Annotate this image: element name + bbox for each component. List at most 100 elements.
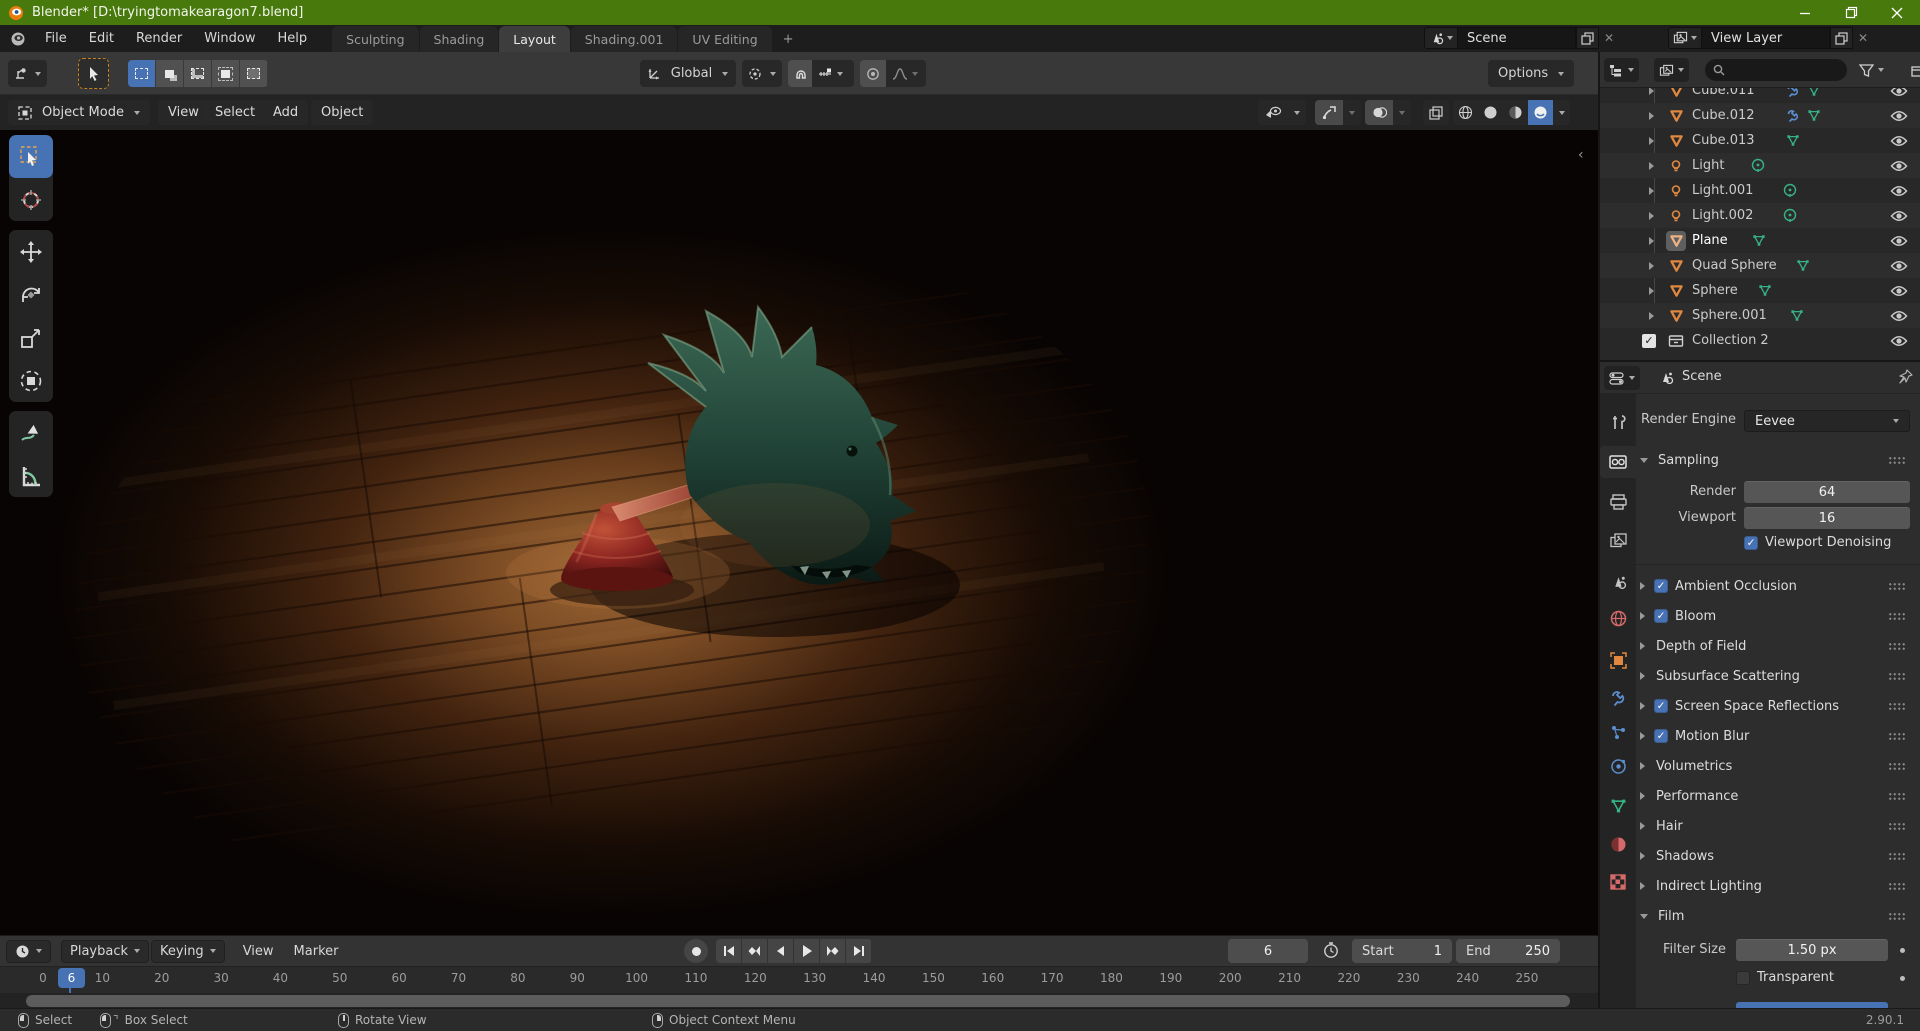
panel-indirect-lighting[interactable]: Indirect Lighting [1636, 872, 1920, 900]
transparent-checkbox[interactable] [1736, 971, 1750, 985]
tool-select-box-button[interactable] [9, 135, 53, 178]
outliner-filter-source-button[interactable] [1654, 58, 1689, 82]
mode-dropdown[interactable]: Object Mode [8, 100, 150, 125]
outliner-row-light-002[interactable]: Light.002 [1600, 203, 1920, 228]
hide-eye-icon[interactable] [1890, 110, 1908, 122]
viewport-denoising-row[interactable]: Viewport Denoising [1744, 535, 1891, 550]
editor-type-button[interactable] [8, 60, 47, 87]
outliner-row-sphere[interactable]: Sphere [1600, 278, 1920, 303]
tab-material[interactable] [1600, 828, 1636, 860]
outliner-row-sphere-001[interactable]: Sphere.001 [1600, 303, 1920, 328]
viewport-menu-object[interactable]: Object [311, 100, 373, 125]
tab-render[interactable] [1600, 446, 1636, 478]
proportional-editing-toggle[interactable] [860, 60, 886, 87]
expand-arrow-icon[interactable] [1649, 262, 1654, 270]
animate-property-dot[interactable] [1900, 976, 1905, 981]
viewport-3d[interactable]: Object Mode View Select Add Object [0, 95, 1598, 935]
sampling-render-field[interactable]: 64 [1744, 481, 1910, 503]
tab-sculpting[interactable]: Sculpting [332, 26, 418, 52]
motion-blur-checkbox[interactable] [1654, 729, 1668, 743]
expand-arrow-icon[interactable] [1649, 237, 1654, 245]
hide-eye-icon[interactable] [1890, 285, 1908, 297]
tab-object-data[interactable] [1600, 790, 1636, 822]
tab-world[interactable] [1600, 602, 1636, 634]
add-workspace-button[interactable]: + [773, 26, 804, 52]
panel-bloom[interactable]: Bloom [1636, 602, 1920, 630]
timeline-scrollbar[interactable] [0, 993, 1598, 1009]
viewport-menu-select[interactable]: Select [205, 100, 265, 125]
frame-end-field[interactable]: End250 [1456, 939, 1560, 963]
tab-modifiers[interactable] [1600, 682, 1636, 714]
restore-button[interactable] [1828, 0, 1874, 25]
pivot-point-dropdown[interactable] [742, 60, 782, 87]
tab-layout[interactable]: Layout [499, 26, 570, 52]
show-gizmo-button[interactable] [1315, 100, 1343, 125]
prev-keyframe-button[interactable] [742, 939, 768, 963]
panel-film[interactable]: Film [1636, 902, 1920, 930]
tab-uv-editing[interactable]: UV Editing [678, 26, 771, 52]
panel-sampling[interactable]: Sampling [1636, 446, 1920, 474]
ssr-checkbox[interactable] [1654, 699, 1668, 713]
filter-size-field[interactable]: 1.50 px [1736, 939, 1888, 961]
viewport-menu-add[interactable]: Add [263, 100, 308, 125]
overlays-caret[interactable] [1393, 100, 1411, 125]
sampling-viewport-field[interactable]: 16 [1744, 507, 1910, 529]
gizmos-caret[interactable] [1343, 100, 1361, 125]
show-overlays-button[interactable] [1365, 100, 1393, 125]
timeline-ruler[interactable]: 0 10 20 30 40 50 60 70 80 90 100 110 120… [0, 966, 1598, 993]
snap-toggle[interactable] [788, 60, 812, 87]
app-menu-icon[interactable] [0, 31, 34, 47]
panel-screen-space-reflections[interactable]: Screen Space Reflections [1636, 692, 1920, 720]
expand-arrow-icon[interactable] [1649, 137, 1654, 145]
select-mode-invert[interactable] [212, 60, 240, 87]
active-tool-select-box[interactable] [78, 58, 109, 89]
timeline-marker-menu[interactable]: Marker [284, 944, 349, 959]
viewport-denoising-checkbox[interactable] [1744, 536, 1758, 550]
frame-start-field[interactable]: Start1 [1352, 939, 1452, 963]
view-layer-browse-button[interactable] [1668, 27, 1702, 49]
outliner-filter-button[interactable] [1854, 58, 1889, 82]
playhead-current-frame[interactable]: 6 [58, 968, 85, 988]
scene-copy-button[interactable] [1576, 27, 1599, 49]
jump-to-end-button[interactable] [846, 939, 872, 963]
panel-volumetrics[interactable]: Volumetrics [1636, 752, 1920, 780]
menu-file[interactable]: File [34, 25, 78, 52]
new-collection-button[interactable] [1906, 58, 1920, 82]
minimize-button[interactable] [1782, 0, 1828, 25]
outliner-row-collection-2[interactable]: ✓ Collection 2 [1600, 328, 1920, 353]
panel-motion-blur[interactable]: Motion Blur [1636, 722, 1920, 750]
options-dropdown[interactable]: Options [1488, 60, 1574, 87]
timeline-editor-type-button[interactable] [6, 940, 51, 963]
menu-window[interactable]: Window [193, 25, 266, 52]
use-preview-range-button[interactable] [1322, 941, 1340, 959]
hide-eye-icon[interactable] [1890, 160, 1908, 172]
outliner-row-plane[interactable]: Plane [1600, 228, 1920, 253]
collection-checkbox[interactable]: ✓ [1642, 334, 1656, 348]
playback-menu[interactable]: Playback [61, 940, 149, 963]
select-mode-new[interactable] [128, 60, 156, 87]
view-layer-copy-button[interactable] [1830, 27, 1853, 49]
expand-arrow-icon[interactable] [1649, 162, 1654, 170]
tab-object[interactable] [1600, 644, 1636, 676]
play-button[interactable] [794, 939, 820, 963]
tool-move-button[interactable] [9, 230, 53, 273]
expand-arrow-icon[interactable] [1649, 112, 1654, 120]
tool-annotate-button[interactable] [9, 411, 53, 454]
shading-rendered-button[interactable] [1528, 100, 1553, 125]
outliner-row-cube-012[interactable]: Cube.012 [1600, 103, 1920, 128]
expand-arrow-icon[interactable] [1649, 312, 1654, 320]
jump-to-start-button[interactable] [716, 939, 742, 963]
animate-property-dot[interactable] [1900, 948, 1905, 953]
timeline-scrollbar-handle[interactable] [26, 995, 1570, 1007]
hide-eye-icon[interactable] [1890, 260, 1908, 272]
expand-arrow-icon[interactable] [1649, 88, 1654, 95]
transform-orientation-dropdown[interactable]: Global [640, 60, 736, 87]
shading-caret[interactable] [1553, 100, 1570, 125]
outliner-row-light-001[interactable]: Light.001 [1600, 178, 1920, 203]
hide-eye-icon[interactable] [1890, 310, 1908, 322]
expand-arrow-icon[interactable] [1649, 187, 1654, 195]
transparent-row[interactable]: Transparent [1736, 970, 1834, 985]
bloom-checkbox[interactable] [1654, 609, 1668, 623]
select-mode-intersect[interactable] [240, 60, 268, 87]
auto-keying-record-button[interactable] [684, 939, 708, 963]
